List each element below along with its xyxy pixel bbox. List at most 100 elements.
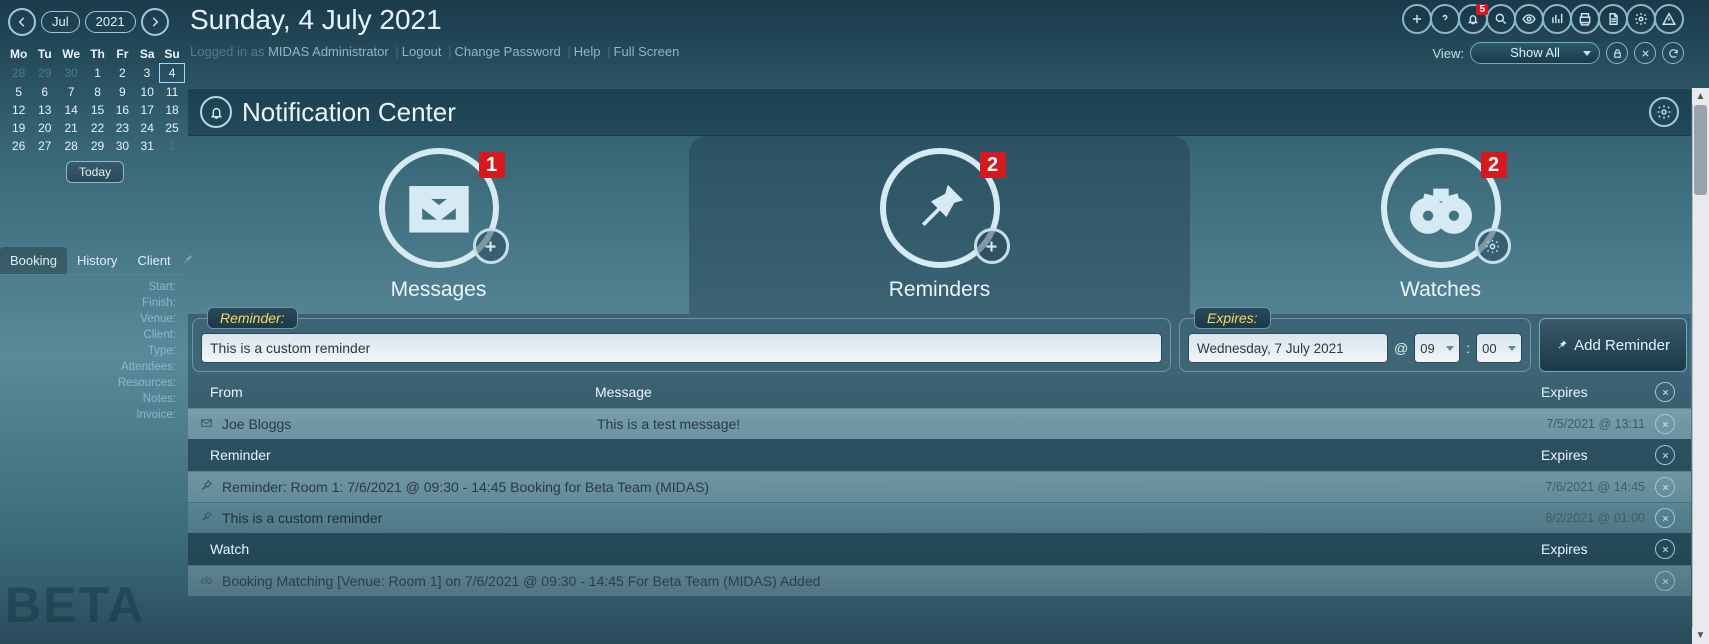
print-icon[interactable] — [1570, 4, 1600, 34]
delete-all-messages-icon[interactable] — [1655, 382, 1675, 402]
month-select[interactable]: Jul — [41, 11, 80, 33]
today-button[interactable]: Today — [66, 161, 124, 183]
cal-day[interactable]: 1 — [85, 64, 110, 83]
message-row[interactable]: Joe BloggsThis is a test message!7/5/202… — [188, 408, 1691, 439]
cal-day[interactable]: 26 — [5, 137, 32, 155]
tab-watches-label: Watches — [1400, 278, 1481, 302]
cal-day[interactable]: 14 — [57, 101, 85, 119]
tab-booking[interactable]: Booking — [0, 247, 67, 274]
cal-day[interactable]: 8 — [85, 83, 110, 102]
row-text: This is a custom reminder — [222, 510, 1531, 526]
tab-watches[interactable]: 2 Watches — [1190, 136, 1691, 314]
next-date-button[interactable] — [141, 8, 169, 36]
cal-day[interactable]: 28 — [5, 64, 32, 83]
cal-day[interactable]: 13 — [32, 101, 57, 119]
add-reminder-button[interactable]: Add Reminder — [1539, 318, 1687, 372]
add-message-icon[interactable] — [473, 228, 509, 264]
cal-day[interactable]: 6 — [32, 83, 57, 102]
cal-day[interactable]: 28 — [57, 137, 85, 155]
cal-day[interactable]: 4 — [160, 64, 185, 83]
cal-day[interactable]: 16 — [110, 101, 135, 119]
expires-minute-spinner[interactable]: 00 — [1476, 333, 1522, 363]
watches-settings-icon[interactable] — [1475, 228, 1511, 264]
change-password-link[interactable]: Change Password — [455, 44, 561, 59]
add-reminder-icon[interactable] — [974, 228, 1010, 264]
notifications-badge: 5 — [1476, 4, 1488, 15]
cal-day[interactable]: 25 — [160, 119, 185, 137]
cal-day[interactable]: 29 — [85, 137, 110, 155]
prev-date-button[interactable] — [8, 8, 36, 36]
tab-client[interactable]: Client — [127, 247, 180, 274]
reminder-input[interactable] — [201, 333, 1162, 363]
notifications-icon[interactable]: 5 — [1458, 4, 1488, 34]
year-select[interactable]: 2021 — [85, 11, 136, 33]
cal-day[interactable]: 18 — [160, 101, 185, 119]
row-text: Reminder: Room 1: 7/6/2021 @ 09:30 - 14:… — [222, 479, 1531, 495]
help-icon[interactable] — [1430, 4, 1460, 34]
settings-icon[interactable] — [1626, 4, 1656, 34]
cal-day[interactable]: 31 — [135, 137, 160, 155]
cal-day[interactable]: 24 — [135, 119, 160, 137]
search-icon[interactable] — [1486, 4, 1516, 34]
add-icon[interactable] — [1402, 4, 1432, 34]
delete-all-watches-icon[interactable] — [1655, 539, 1675, 559]
delete-all-reminders-icon[interactable] — [1655, 445, 1675, 465]
cal-day[interactable]: 29 — [32, 64, 57, 83]
tab-history[interactable]: History — [67, 247, 127, 274]
row-expires: 7/6/2021 @ 14:45 — [1531, 480, 1651, 494]
at-label: @ — [1394, 340, 1408, 356]
cal-day[interactable]: 1 — [160, 137, 185, 155]
reminder-fieldset: Reminder: — [192, 318, 1171, 372]
dow-Th: Th — [85, 45, 110, 64]
cal-day[interactable]: 15 — [85, 101, 110, 119]
reminders-badge: 2 — [980, 152, 1006, 178]
pushpin-icon: 2 — [880, 148, 1000, 268]
cal-day[interactable]: 9 — [110, 83, 135, 102]
delete-row-icon[interactable] — [1655, 571, 1675, 591]
tab-reminders[interactable]: 2 Reminders — [689, 136, 1190, 314]
watch-row[interactable]: Booking Matching [Venue: Room 1] on 7/6/… — [188, 565, 1691, 596]
eye-icon[interactable] — [1514, 4, 1544, 34]
delete-row-icon[interactable] — [1655, 508, 1675, 528]
notification-settings-icon[interactable] — [1649, 97, 1679, 127]
logout-link[interactable]: Logout — [402, 44, 442, 59]
reminder-row[interactable]: Reminder: Room 1: 7/6/2021 @ 09:30 - 14:… — [188, 471, 1691, 502]
vertical-scrollbar[interactable]: ▲ ▼ — [1692, 88, 1709, 644]
cal-day[interactable]: 23 — [110, 119, 135, 137]
cal-day[interactable]: 12 — [5, 101, 32, 119]
expires-fieldset: Expires: @ 09 : 00 — [1179, 318, 1531, 372]
cal-day[interactable]: 11 — [160, 83, 185, 102]
delete-row-icon[interactable] — [1655, 477, 1675, 497]
cal-day[interactable]: 20 — [32, 119, 57, 137]
stats-icon[interactable] — [1542, 4, 1572, 34]
cal-day[interactable]: 17 — [135, 101, 160, 119]
reminder-row[interactable]: This is a custom reminder8/2/2021 @ 01:0… — [188, 502, 1691, 533]
dow-Mo: Mo — [5, 45, 32, 64]
view-select[interactable]: Show All — [1470, 42, 1600, 64]
lock-view-icon[interactable] — [1606, 42, 1628, 64]
envelope-icon — [200, 416, 218, 432]
close-view-icon[interactable] — [1634, 42, 1656, 64]
cal-day[interactable]: 2 — [110, 64, 135, 83]
tab-messages[interactable]: 1 Messages — [188, 136, 689, 314]
expires-date-input[interactable] — [1188, 333, 1388, 363]
expires-hour-spinner[interactable]: 09 — [1414, 333, 1460, 363]
cal-day[interactable]: 22 — [85, 119, 110, 137]
document-icon[interactable] — [1598, 4, 1628, 34]
cal-day[interactable]: 30 — [110, 137, 135, 155]
delete-row-icon[interactable] — [1655, 414, 1675, 434]
refresh-view-icon[interactable] — [1662, 42, 1684, 64]
cal-day[interactable]: 3 — [135, 64, 160, 83]
help-link[interactable]: Help — [574, 44, 601, 59]
watches-header-row: Watch Expires — [188, 533, 1691, 565]
full-screen-link[interactable]: Full Screen — [614, 44, 680, 59]
cal-day[interactable]: 5 — [5, 83, 32, 102]
cal-day[interactable]: 19 — [5, 119, 32, 137]
cal-day[interactable]: 10 — [135, 83, 160, 102]
cal-day[interactable]: 7 — [57, 83, 85, 102]
alert-icon[interactable] — [1654, 4, 1684, 34]
cal-day[interactable]: 21 — [57, 119, 85, 137]
field-label: Invoice: — [0, 407, 186, 423]
cal-day[interactable]: 27 — [32, 137, 57, 155]
cal-day[interactable]: 30 — [57, 64, 85, 83]
